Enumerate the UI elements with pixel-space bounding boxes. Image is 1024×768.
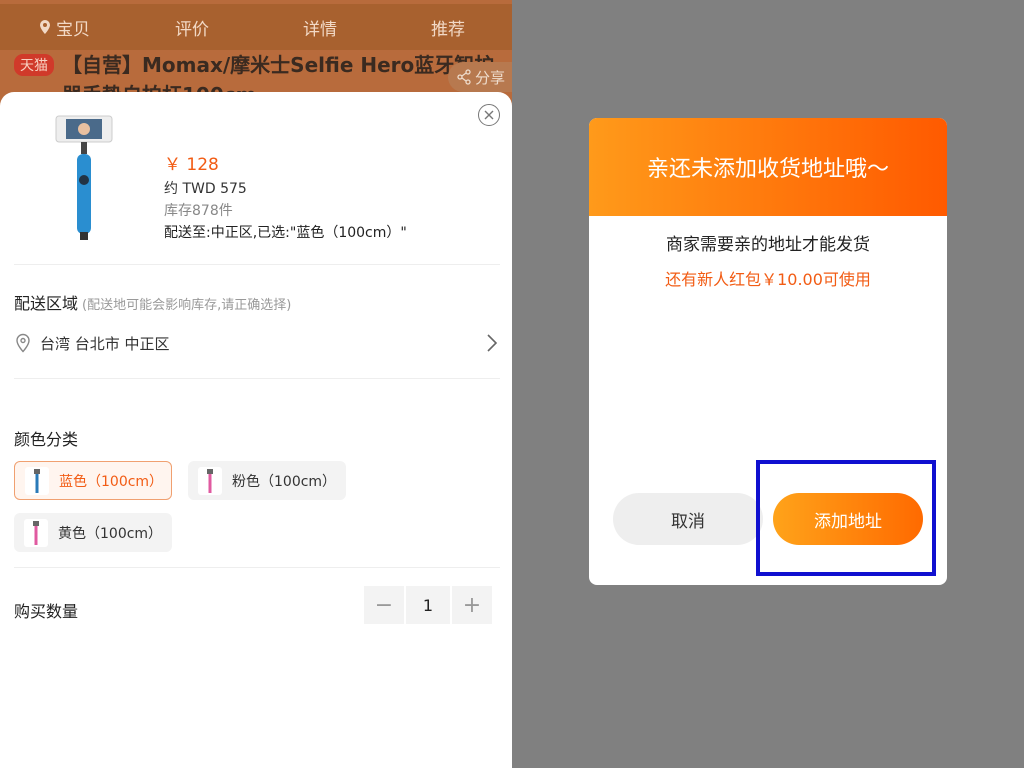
share-label: 分享 [475, 68, 506, 87]
selfie-stick-thumbnail [25, 466, 49, 495]
color-option-pink[interactable]: 粉色（100cm） [188, 461, 346, 500]
share-icon [457, 69, 471, 85]
divider [14, 264, 500, 265]
dialog-promo: 还有新人红包￥10.00可使用 [665, 270, 871, 289]
converted-price: 约 TWD 575 [164, 181, 247, 197]
tmall-badge: 天猫 [14, 54, 54, 76]
color-option-label: 蓝色（100cm） [59, 473, 164, 490]
stock-count: 库存878件 [164, 203, 233, 219]
tab-label: 宝贝 [56, 19, 90, 40]
highlight-annotation-box [756, 460, 936, 576]
color-category-title: 颜色分类 [14, 430, 79, 449]
delivery-location-row[interactable]: 台湾 台北市 中正区 [14, 328, 498, 358]
selfie-stick-thumbnail [24, 518, 48, 547]
tab-reviews[interactable]: 评价 [128, 15, 256, 40]
share-button[interactable]: 分享 [448, 62, 512, 92]
divider [14, 567, 500, 568]
close-button[interactable] [478, 104, 500, 126]
ship-to-summary: 配送至:中正区,已选:"蓝色（100cm）" [164, 225, 407, 241]
sku-sheet: ￥ 128 约 TWD 575 库存878件 配送至:中正区,已选:"蓝色（10… [0, 92, 512, 768]
chevron-right-icon [487, 334, 498, 352]
tab-label: 推荐 [431, 19, 465, 40]
color-option-blue[interactable]: 蓝色（100cm） [14, 461, 172, 500]
delivery-location: 台湾 台北市 中正区 [40, 334, 170, 353]
top-tabs: 宝贝 评价 详情 推荐 [0, 4, 512, 50]
selfie-stick-thumbnail [198, 466, 222, 495]
tab-baobei[interactable]: 宝贝 [0, 15, 128, 40]
delivery-area-label: 配送区域 [14, 294, 79, 313]
tab-details[interactable]: 详情 [256, 15, 384, 40]
cancel-button[interactable]: 取消 [613, 493, 763, 545]
product-sku-panel: 宝贝 评价 详情 推荐 天猫 【自营】Momax/摩米士Selfie Hero蓝… [0, 0, 512, 768]
dialog-title: 亲还未添加收货地址哦～ [646, 157, 889, 182]
quantity-title: 购买数量 [14, 602, 79, 621]
location-pin-icon [40, 20, 50, 34]
close-icon [484, 110, 494, 120]
tab-recommend[interactable]: 推荐 [384, 15, 512, 40]
delivery-area-hint: (配送地可能会影响库存,请正确选择) [82, 298, 292, 313]
dialog-message: 商家需要亲的地址才能发货 [666, 235, 870, 255]
color-option-label: 粉色（100cm） [232, 473, 337, 490]
quantity-value[interactable]: 1 [406, 586, 450, 624]
dialog-header: 亲还未添加收货地址哦～ [589, 118, 947, 216]
decrease-button[interactable]: − [364, 586, 404, 624]
divider [14, 378, 500, 379]
tab-label: 详情 [303, 19, 337, 40]
location-pin-icon [16, 333, 30, 353]
modal-overlay: 亲还未添加收货地址哦～ 商家需要亲的地址才能发货 还有新人红包￥10.00可使用… [512, 0, 1024, 768]
quantity-stepper: − 1 + [364, 586, 494, 624]
tab-label: 评价 [175, 19, 209, 40]
delivery-area-title: 配送区域 (配送地可能会影响库存,请正确选择) [14, 290, 291, 314]
increase-button[interactable]: + [452, 586, 492, 624]
color-option-label: 黄色（100cm） [58, 525, 163, 542]
color-option-yellow[interactable]: 黄色（100cm） [14, 513, 172, 552]
price: ￥ 128 [164, 155, 219, 175]
product-image [55, 115, 113, 240]
